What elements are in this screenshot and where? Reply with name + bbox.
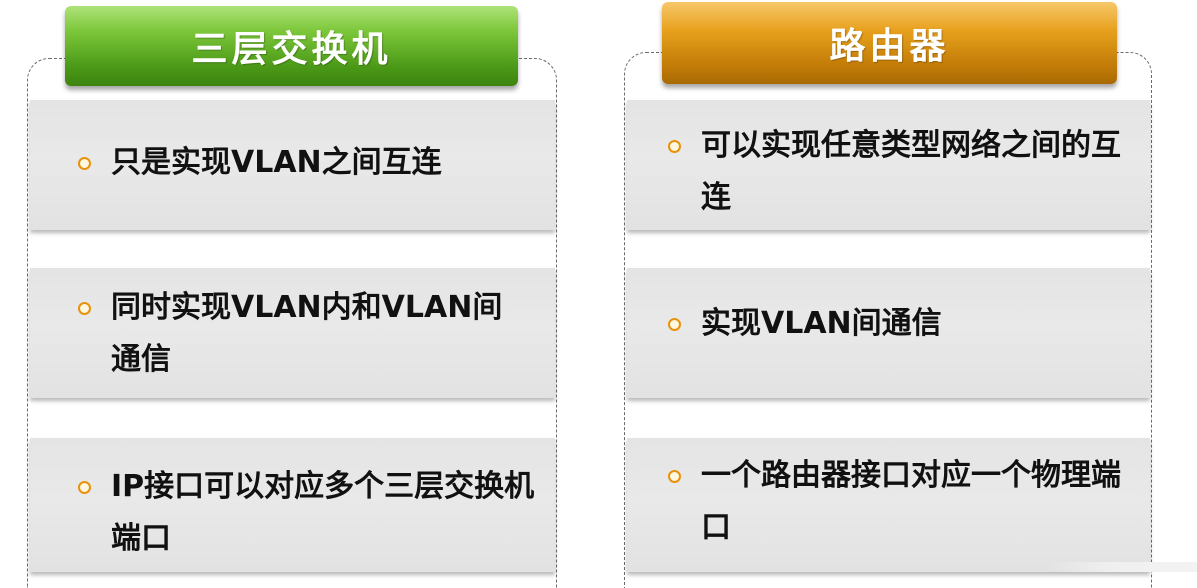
- router-point-3-text: 一个路由器接口对应一个物理端口: [701, 458, 1121, 545]
- bullet-circle-icon: [668, 318, 681, 331]
- corner-decoration: [1047, 562, 1197, 572]
- router-point-3: 一个路由器接口对应一个物理端口: [668, 450, 1130, 554]
- bullet-circle-icon: [78, 157, 91, 170]
- layer3-switch-title: 三层交换机: [191, 29, 392, 70]
- layer3-switch-point-2: 同时实现VLAN内和VLAN间通信: [78, 282, 528, 386]
- bullet-circle-icon: [78, 481, 91, 494]
- layer3-switch-point-3: IP接口可以对应多个三层交换机端口: [78, 461, 540, 565]
- router-point-2-text: 实现VLAN间通信: [701, 306, 942, 341]
- router-header: 路由器: [662, 2, 1117, 84]
- layer3-switch-header: 三层交换机: [65, 6, 518, 86]
- router-point-2: 实现VLAN间通信: [668, 298, 1130, 350]
- bullet-circle-icon: [668, 470, 681, 483]
- router-title: 路由器: [829, 26, 950, 67]
- router-point-1-text: 可以实现任意类型网络之间的互连: [701, 128, 1121, 215]
- layer3-switch-point-1-text: 只是实现VLAN之间互连: [111, 145, 442, 180]
- layer3-switch-point-3-text: IP接口可以对应多个三层交换机端口: [111, 469, 535, 556]
- bullet-circle-icon: [668, 140, 681, 153]
- layer3-switch-point-1: 只是实现VLAN之间互连: [78, 137, 538, 189]
- bullet-circle-icon: [78, 302, 91, 315]
- router-point-1: 可以实现任意类型网络之间的互连: [668, 120, 1130, 224]
- layer3-switch-point-2-text: 同时实现VLAN内和VLAN间通信: [111, 290, 503, 377]
